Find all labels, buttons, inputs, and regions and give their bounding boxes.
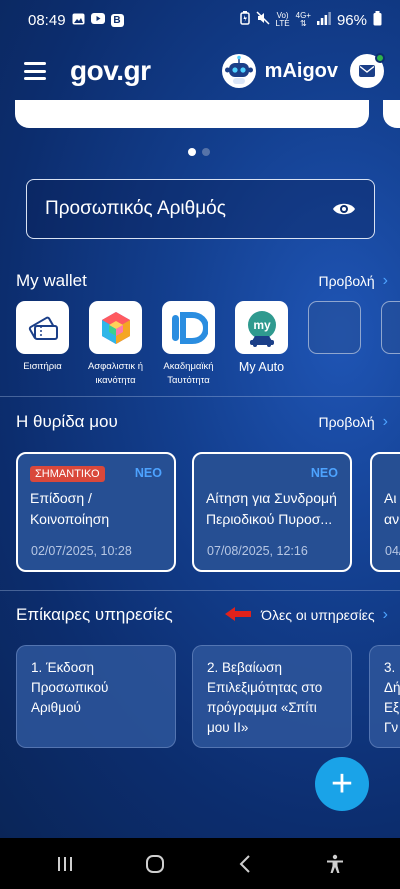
maigov-label: mAigov: [264, 59, 338, 82]
service-card-title: 1. Έκδοση Προσωπικού Αριθμού: [31, 660, 109, 715]
system-nav-bar: [0, 838, 400, 889]
app-header: gov.gr mAigov: [0, 44, 400, 98]
empty-slot: [308, 301, 361, 354]
red-arrow-icon: [223, 606, 253, 625]
envelope-icon: [359, 65, 375, 77]
inbox-view-link[interactable]: Προβολή ›: [318, 413, 388, 431]
inbox-card[interactable]: ΝΕΟ Αίτηση για Συνδρομή Περιοδικού Πυροσ…: [192, 452, 352, 572]
inbox-card[interactable]: ΣΗΜΑΝΤΙΚΟ ΝΕΟ Επίδοση / Κοινοποίηση 02/0…: [16, 452, 176, 572]
wallet-label: Εισιτήρια: [23, 361, 62, 372]
messages-button[interactable]: [350, 53, 385, 88]
new-badge: ΝΕΟ: [134, 466, 162, 480]
my-auto-icon: my: [235, 301, 288, 354]
important-badge: ΣΗΜΑΝΤΙΚΟ: [30, 466, 105, 482]
empty-slot: [381, 301, 400, 354]
robot-icon: [221, 53, 257, 89]
battery-saver-icon: [239, 11, 250, 29]
menu-icon[interactable]: [24, 62, 46, 80]
gov-gr-logo[interactable]: gov.gr: [70, 55, 151, 87]
status-right: Vo) LTE 4G+ ⇅ 96%: [239, 10, 382, 30]
wallet-item-my-auto[interactable]: my My Auto: [235, 301, 288, 388]
online-status-dot: [375, 53, 385, 63]
battery-icon: [373, 10, 382, 30]
inbox-section-header: Η θυρίδα μου Προβολή ›: [16, 412, 388, 432]
youtube-icon: [90, 13, 105, 27]
recents-icon[interactable]: [40, 844, 90, 884]
service-card[interactable]: 3. Δή Εξ Γν: [369, 645, 400, 748]
volte-indicator: Vo) LTE: [276, 12, 290, 28]
inbox-card[interactable]: Αι αν 04/: [370, 452, 400, 572]
divider: [0, 396, 400, 397]
carousel-pager: [188, 148, 210, 156]
wallet-view-label: Προβολή: [318, 273, 375, 289]
status-bar: 08:49 B Vo) LTE 4G+ ⇅ 96%: [0, 0, 400, 40]
pager-dot[interactable]: [202, 148, 210, 156]
services-title: Επίκαιρες υπηρεσίες: [16, 605, 173, 624]
data-arrows-icon: ⇅: [299, 19, 307, 28]
mute-icon: [256, 11, 270, 29]
accessibility-icon[interactable]: [310, 844, 360, 884]
new-badge: ΝΕΟ: [310, 466, 338, 480]
my-auto-tile-text: my: [253, 318, 271, 332]
logo-tld-text: gr: [123, 55, 151, 86]
wallet-item-empty[interactable]: [308, 301, 361, 388]
battery-percent: 96%: [336, 11, 367, 29]
wallet-item-insurance[interactable]: Ασφαλιστικ ή ικανότητα: [88, 301, 143, 388]
wallet-label: Ασφαλιστικ ή ικανότητα: [87, 361, 144, 386]
ticket-icon: [16, 301, 69, 354]
chevron-right-icon: ›: [382, 606, 388, 623]
status-time: 08:49: [28, 11, 66, 29]
wallet-item-empty[interactable]: [381, 301, 400, 388]
logo-gov-text: gov: [70, 55, 117, 86]
wallet-view-link[interactable]: Προβολή ›: [318, 272, 388, 290]
wallet-section-header: My wallet Προβολή ›: [16, 271, 388, 291]
inbox-card-title: Αι αν: [384, 490, 400, 527]
inbox-card-date: 02/07/2025, 10:28: [31, 544, 132, 558]
insurance-cube-icon: [89, 301, 142, 354]
inbox-view-label: Προβολή: [318, 414, 375, 430]
inbox-title: Η θυρίδα μου: [16, 412, 118, 431]
banner-card-next[interactable]: [383, 100, 400, 128]
inbox-card-date: 07/08/2025, 12:16: [207, 544, 308, 558]
service-card-title: 3. Δή Εξ Γν: [384, 660, 400, 735]
wallet-items: Εισιτήρια Ασφαλιστικ ή ικανότητα Ακαδημα…: [16, 301, 400, 388]
eye-icon[interactable]: [332, 201, 356, 217]
chevron-right-icon: ›: [382, 272, 388, 289]
signal-icon: [316, 11, 331, 29]
chevron-right-icon: ›: [382, 413, 388, 430]
home-icon[interactable]: [130, 844, 180, 884]
personal-number-label: Προσωπικός Αριθμός: [45, 198, 226, 219]
maigov-assistant-button[interactable]: mAigov: [221, 53, 338, 89]
wallet-item-academic-id[interactable]: Ακαδημαϊκή Ταυτότητα: [162, 301, 215, 388]
wallet-label: Ακαδημαϊκή Ταυτότητα: [163, 361, 214, 386]
volte-bottom-text: LTE: [275, 19, 290, 28]
inbox-card-title: Αίτηση για Συνδρομή Περιοδικού Πυροσ...: [206, 490, 337, 527]
divider: [0, 590, 400, 591]
personal-number-field[interactable]: Προσωπικός Αριθμός: [26, 179, 375, 239]
all-services-link[interactable]: Όλες οι υπηρεσίες ›: [223, 606, 388, 625]
status-left: 08:49 B: [28, 12, 124, 29]
service-card[interactable]: 1. Έκδοση Προσωπικού Αριθμού: [16, 645, 176, 748]
service-card[interactable]: 2. Βεβαίωση Επιλεξιμότητας στο πρόγραμμα…: [192, 645, 352, 748]
wallet-label: My Auto: [238, 360, 285, 374]
gallery-icon: [72, 13, 85, 28]
back-icon[interactable]: [220, 844, 270, 884]
banner-card[interactable]: [15, 100, 369, 128]
wallet-title: My wallet: [16, 271, 87, 290]
all-services-label: Όλες οι υπηρεσίες: [261, 607, 375, 623]
app-screen: 08:49 B Vo) LTE 4G+ ⇅ 96% gov.gr mAigov …: [0, 0, 400, 838]
academic-id-icon: [162, 301, 215, 354]
network-indicator: 4G+ ⇅: [296, 12, 311, 28]
wallet-item-tickets[interactable]: Εισιτήρια: [16, 301, 69, 388]
notification-badge-icon: B: [110, 13, 124, 27]
inbox-card-title: Επίδοση / Κοινοποίηση: [30, 490, 110, 527]
pager-dot-active[interactable]: [188, 148, 196, 156]
service-card-title: 2. Βεβαίωση Επιλεξιμότητας στο πρόγραμμα…: [207, 660, 323, 735]
inbox-card-date: 04/: [385, 544, 400, 558]
add-fab-button[interactable]: +: [315, 757, 369, 811]
services-section-header: Επίκαιρες υπηρεσίες Όλες οι υπηρεσίες ›: [16, 605, 388, 625]
